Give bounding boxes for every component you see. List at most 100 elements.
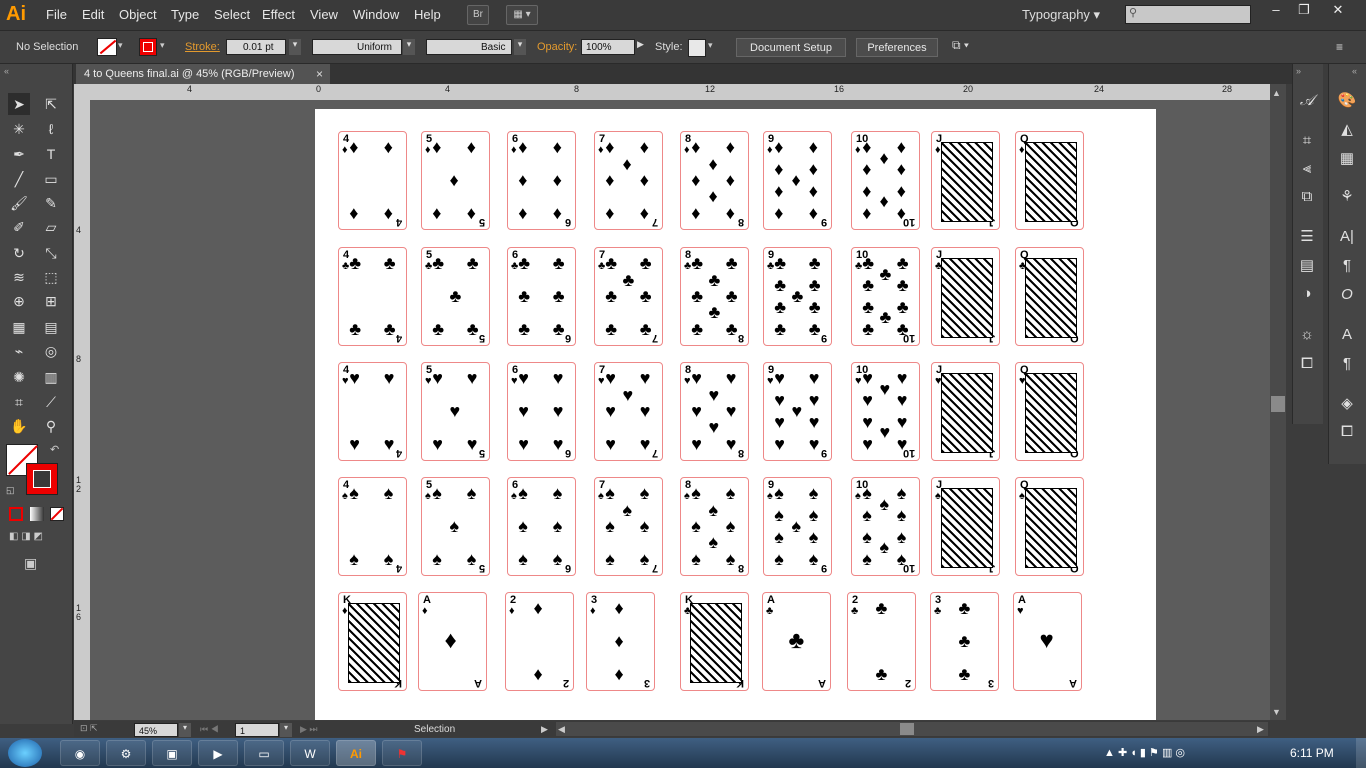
opacity-slider-arrow[interactable]: ▶ [637,39,647,55]
vertical-ruler[interactable] [74,100,91,720]
stroke-weight-dropdown[interactable]: ▾ [289,39,301,55]
mesh-tool-icon[interactable]: ▦ [8,316,30,338]
links-panel-icon[interactable]: ⧠ [1336,421,1358,443]
symbols-panel-icon[interactable]: ⚘ [1336,186,1358,208]
document-tab[interactable]: 4 to Queens final.ai @ 45% (RGB/Preview) [76,64,330,84]
workspace-switcher[interactable]: Typography ▾ [1022,7,1100,23]
horizontal-ruler[interactable] [90,84,1270,101]
playing-card[interactable]: 3 ♦ 3 ♦ ♦ ♦ [586,592,655,691]
illustrator-taskbar-icon[interactable]: Ai [336,740,376,766]
hand-tool-icon[interactable]: ✋ [8,415,30,437]
variable-width-profile[interactable]: Uniform [312,39,402,55]
playing-card[interactable]: 6 ♠ 6 ♠ ♠ ♠ ♠ ♠ ♠ [507,477,576,576]
rotate-tool-icon[interactable]: ↻ [8,242,30,264]
collapse-dock-2-icon[interactable]: « [1352,66,1357,76]
fill-swatch[interactable] [97,38,117,56]
graphic-style-swatch[interactable] [688,39,706,57]
lasso-tool-icon[interactable]: ℓ [40,118,62,140]
playing-card[interactable]: Q ♦ Q [1015,131,1084,230]
selection-tool-icon[interactable]: ➤ [8,93,30,115]
fill-dropdown-icon[interactable]: ▾ [118,40,123,51]
opentype-panel-icon[interactable]: O [1336,284,1358,306]
playing-card[interactable]: 4 ♠ 4 ♠ ♠ ♠ ♠ [338,477,407,576]
gradient-mode-icon[interactable] [30,507,44,521]
playing-card[interactable]: K ♣ K [680,592,749,691]
playing-card[interactable]: 5 ♣ 5 ♣ ♣ ♣ ♣ ♣ [421,247,490,346]
direct-selection-tool-icon[interactable]: ⇱ [40,93,62,115]
arrange-documents-button[interactable]: ▦ ▾ [506,5,538,25]
panel-menu-icon[interactable]: ≡ [1336,40,1343,54]
eraser-tool-icon[interactable]: ▱ [40,216,62,238]
status-icons[interactable]: ⊡ ⇱ [80,723,98,734]
playing-card[interactable]: 6 ♣ 6 ♣ ♣ ♣ ♣ ♣ ♣ [507,247,576,346]
playing-card[interactable]: K ♦ K [338,592,407,691]
menu-type[interactable]: Type [171,7,199,22]
playing-card[interactable]: 9 ♦ 9 ♦ ♦ ♦ ♦ ♦ ♦ ♦ ♦ ♦ [763,131,832,230]
transparency-panel-icon[interactable]: ◑ [1296,283,1318,305]
style-dropdown-icon[interactable]: ▾ [708,40,713,51]
stroke-swatch[interactable] [139,38,157,56]
slice-tool-icon[interactable]: ⟋ [40,391,62,413]
playing-card[interactable]: 4 ♣ 4 ♣ ♣ ♣ ♣ [338,247,407,346]
menu-file[interactable]: File [46,7,67,22]
prev-artboard-buttons[interactable]: ⏮ ◀ [200,724,219,735]
eyedropper-tool-icon[interactable]: ⌁ [8,340,30,362]
playing-card[interactable]: 5 ♠ 5 ♠ ♠ ♠ ♠ ♠ [421,477,490,576]
scroll-up-arrow[interactable]: ▲ [1272,88,1281,98]
pencil-tool-icon[interactable]: ✎ [40,192,62,214]
color-panel-icon[interactable]: 🎨 [1336,90,1358,112]
playing-card[interactable]: A ♥ A ♥ [1013,592,1082,691]
horizontal-scroll-thumb[interactable] [900,723,914,735]
character-styles-icon[interactable]: 𝒜 [1296,90,1318,112]
artboard-dropdown[interactable]: ▾ [280,723,292,737]
playing-card[interactable]: 10 ♣ 10 ♣ ♣ ♣ ♣ ♣ ♣ ♣ ♣ ♣ ♣ [851,247,920,346]
playing-card[interactable]: 7 ♣ 7 ♣ ♣ ♣ ♣ ♣ ♣ ♣ [594,247,663,346]
playing-card[interactable]: Q ♣ Q [1015,247,1084,346]
stroke-label[interactable]: Stroke: [185,41,220,53]
character-style-panel-icon[interactable]: A [1336,324,1358,346]
color-guide-icon[interactable]: ◭ [1336,119,1358,141]
symbol-sprayer-tool-icon[interactable]: ✺ [8,366,30,388]
playing-card[interactable]: 8 ♥ 8 ♥ ♥ ♥ ♥ ♥ ♥ ♥ ♥ [680,362,749,461]
menu-help[interactable]: Help [414,7,441,22]
profile-dropdown[interactable]: ▾ [403,39,415,55]
artboards-icon[interactable]: ⌗ [1296,130,1318,152]
paintbrush-tool-icon[interactable]: 🖌 [8,192,30,214]
color-mode-icon[interactable] [9,507,23,521]
stroke-color-box[interactable] [26,463,58,495]
playing-card[interactable]: Q ♥ Q [1015,362,1084,461]
paragraph-panel-icon[interactable]: ¶ [1336,255,1358,277]
export-panel-icon[interactable]: ⧠ [1296,353,1318,375]
blend-tool-icon[interactable]: ◎ [40,340,62,362]
document-setup-button[interactable]: Document Setup [736,38,846,57]
playing-card[interactable]: A ♦ A ♦ [418,592,487,691]
playing-card[interactable]: 7 ♠ 7 ♠ ♠ ♠ ♠ ♠ ♠ ♠ [594,477,663,576]
gradient-panel-icon[interactable]: ▤ [1296,255,1318,277]
playing-card[interactable]: 4 ♥ 4 ♥ ♥ ♥ ♥ [338,362,407,461]
playing-card[interactable]: J ♦ J [931,131,1000,230]
clock[interactable]: 6:11 PM [1290,746,1334,760]
menu-window[interactable]: Window [353,7,399,22]
explorer-taskbar-icon[interactable]: ▭ [244,740,284,766]
playing-card[interactable]: A ♣ A ♣ [762,592,831,691]
playing-card[interactable]: Q ♠ Q [1015,477,1084,576]
opacity-label[interactable]: Opacity: [537,41,577,53]
swap-fill-stroke-icon[interactable]: ↶ [50,443,59,456]
pen-tool-icon[interactable]: ✒ [8,143,30,165]
blob-brush-tool-icon[interactable]: ✐ [8,216,30,238]
column-graph-tool-icon[interactable]: ▥ [40,366,62,388]
menu-view[interactable]: View [310,7,338,22]
show-desktop-button[interactable] [1356,738,1366,768]
character-panel-icon[interactable]: A| [1336,226,1358,248]
menu-select[interactable]: Select [214,7,250,22]
scroll-right-arrow[interactable]: ▶ [1257,724,1264,735]
playing-card[interactable]: 9 ♥ 9 ♥ ♥ ♥ ♥ ♥ ♥ ♥ ♥ ♥ [763,362,832,461]
playing-card[interactable]: 9 ♣ 9 ♣ ♣ ♣ ♣ ♣ ♣ ♣ ♣ ♣ [763,247,832,346]
opacity-field[interactable]: 100% [581,39,635,55]
playing-card[interactable]: 3 ♣ 3 ♣ ♣ ♣ [930,592,999,691]
playing-card[interactable]: 2 ♣ 2 ♣ ♣ [847,592,916,691]
status-menu-arrow[interactable]: ▶ [541,724,548,735]
pathfinder-icon[interactable]: ⧉ [1296,186,1318,208]
paragraph-style-panel-icon[interactable]: ¶ [1336,353,1358,375]
playing-card[interactable]: 10 ♦ 10 ♦ ♦ ♦ ♦ ♦ ♦ ♦ ♦ ♦ ♦ [851,131,920,230]
